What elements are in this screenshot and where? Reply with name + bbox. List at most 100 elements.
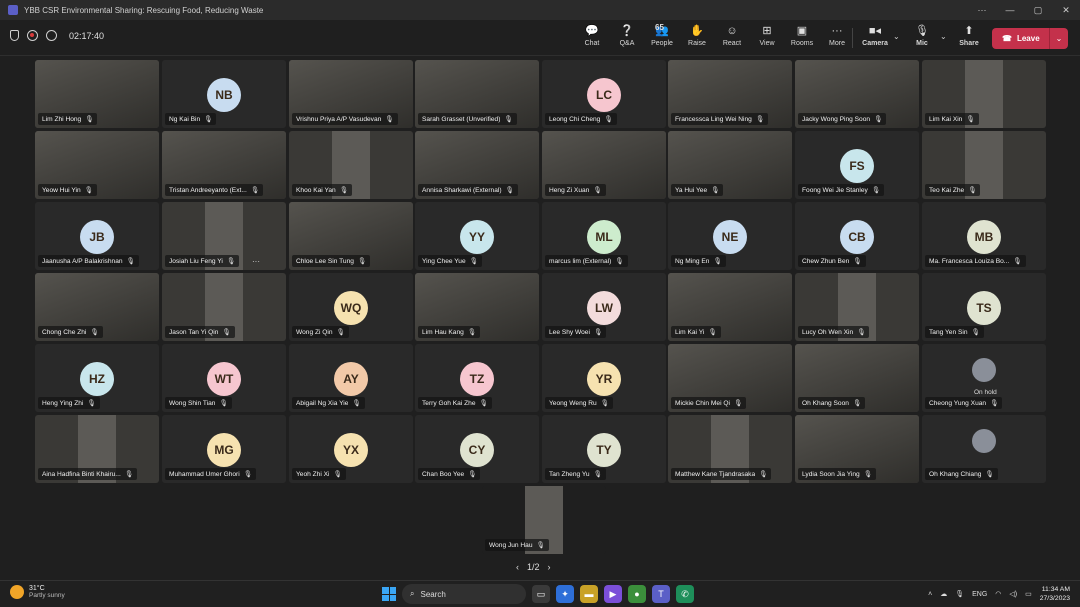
chrome-icon[interactable]: ● bbox=[628, 585, 646, 603]
minimize-button[interactable]: — bbox=[996, 0, 1024, 20]
leave-options-chevron-icon[interactable]: ⌄ bbox=[1050, 34, 1068, 43]
participant-tile[interactable]: Lydia Soon Jia Ying 🎙 bbox=[795, 415, 919, 483]
language-indicator[interactable]: ENG bbox=[972, 591, 987, 598]
volume-icon[interactable]: ◁) bbox=[1009, 590, 1017, 598]
mic-muted-icon: 🎙 bbox=[593, 187, 602, 194]
camera-button[interactable]: ■◂ Camera bbox=[858, 24, 892, 52]
participant-tile[interactable]: Chloe Lee Sin Tung 🎙 bbox=[289, 202, 413, 270]
rooms-button[interactable]: ▣ Rooms bbox=[785, 24, 819, 52]
participant-tile[interactable]: Jacky Wong Ping Soon 🎙 bbox=[795, 60, 919, 128]
mic-tray-icon[interactable]: 🎙 bbox=[955, 590, 964, 598]
participant-tile[interactable]: TS Tang Yen Sin 🎙 bbox=[922, 273, 1046, 341]
maximize-button[interactable]: ▢ bbox=[1024, 0, 1052, 20]
participant-tile[interactable]: TZ Terry Goh Kai Zhe 🎙 bbox=[415, 344, 539, 412]
weather-widget[interactable]: 31°C Partly sunny bbox=[10, 585, 65, 599]
on-hold-badge: On hold bbox=[974, 389, 997, 396]
task-view-icon[interactable]: ▭ bbox=[532, 585, 550, 603]
participant-tile[interactable]: Lim Kai Yi 🎙 bbox=[668, 273, 792, 341]
participant-tile[interactable]: MG Muhammad Umer Ghori 🎙 bbox=[162, 415, 286, 483]
window-more-button[interactable]: ··· bbox=[968, 0, 996, 20]
wifi-icon[interactable]: ◠ bbox=[995, 590, 1001, 598]
battery-icon[interactable]: ▭ bbox=[1025, 590, 1032, 598]
people-count: 65 bbox=[655, 23, 664, 32]
participant-tile[interactable]: ML marcus lim (External) 🎙 bbox=[542, 202, 666, 270]
meeting-toolbar: 02:17:40 💬 Chat ❔ Q&A 👥 65 People ✋ Raise ☺ React ⊞… bbox=[0, 20, 1080, 56]
participant-tile[interactable]: CY Chan Boo Yee 🎙 bbox=[415, 415, 539, 483]
people-button[interactable]: 👥 65 People bbox=[645, 23, 679, 52]
participant-tile[interactable]: Mickie Chin Mei Qi 🎙 bbox=[668, 344, 792, 412]
taskbar-search[interactable]: ⌕ Search bbox=[402, 584, 526, 604]
participant-tile[interactable]: YY Ying Chee Yue 🎙 bbox=[415, 202, 539, 270]
participant-tile[interactable]: Annisa Sharkawi (External) 🎙 bbox=[415, 131, 539, 199]
participant-tile[interactable]: CB Chew Zhun Ben 🎙 bbox=[795, 202, 919, 270]
mic-button[interactable]: 🎙 Mic bbox=[905, 24, 939, 52]
cloud-icon[interactable]: ☁ bbox=[940, 590, 947, 598]
more-button[interactable]: ··· More bbox=[820, 24, 854, 52]
participant-tile[interactable]: Aina Hadfina Binti Khairu... 🎙 bbox=[35, 415, 159, 483]
participant-tile[interactable]: Khoo Kai Yan 🎙 bbox=[289, 131, 413, 199]
participant-tile[interactable]: YR Yeong Weng Ru 🎙 bbox=[542, 344, 666, 412]
windows-start-icon[interactable] bbox=[382, 587, 396, 601]
info-icon[interactable] bbox=[46, 30, 57, 41]
previous-page-icon[interactable]: ‹ bbox=[516, 562, 519, 572]
participant-tile[interactable]: Heng Zi Xuan 🎙 bbox=[542, 131, 666, 199]
participant-tile[interactable]: Teo Kai Zhe 🎙 bbox=[922, 131, 1046, 199]
participant-tile[interactable]: NE Ng Ming En 🎙 bbox=[668, 202, 792, 270]
participant-tile[interactable]: AY Abigail Ng Xia Yie 🎙 bbox=[289, 344, 413, 412]
participant-tile[interactable]: On hold Cheong Yung Xuan 🎙 bbox=[922, 344, 1046, 412]
participant-nameplate: Lim Hau Kang 🎙 bbox=[418, 326, 481, 338]
participant-tile[interactable]: FS Foong Wei Jie Stanley 🎙 bbox=[795, 131, 919, 199]
participant-tile[interactable]: ··· Josiah Liu Feng Yi 🎙 bbox=[162, 202, 286, 270]
clock[interactable]: 11:34 AM 27/3/2023 bbox=[1040, 585, 1070, 603]
participant-tile[interactable]: YX Yeoh Zhi Xi 🎙 bbox=[289, 415, 413, 483]
leave-button[interactable]: ☎ Leave bbox=[992, 28, 1050, 49]
copilot-icon[interactable]: ✦ bbox=[556, 585, 574, 603]
react-button[interactable]: ☺ React bbox=[715, 24, 749, 52]
tile-more-icon[interactable]: ··· bbox=[252, 257, 260, 266]
close-window-button[interactable]: ✕ bbox=[1052, 0, 1080, 20]
next-page-icon[interactable]: › bbox=[548, 562, 551, 572]
media-app-icon[interactable]: ▶ bbox=[604, 585, 622, 603]
participant-tile[interactable]: Oh Khang Chiang 🎙 bbox=[922, 415, 1046, 483]
share-button[interactable]: ⬆ Share bbox=[952, 24, 986, 52]
tray-overflow-icon[interactable]: ˄ bbox=[928, 591, 932, 598]
shield-icon[interactable] bbox=[10, 30, 19, 41]
mic-muted-icon: 🎙 bbox=[505, 187, 514, 194]
participant-tile[interactable]: Jason Tan Yi Qin 🎙 bbox=[162, 273, 286, 341]
participant-tile[interactable]: WQ Wong Zi Qin 🎙 bbox=[289, 273, 413, 341]
participant-tile[interactable]: LC Leong Chi Cheng 🎙 bbox=[542, 60, 666, 128]
participant-tile[interactable]: Chong Che Zhi 🎙 bbox=[35, 273, 159, 341]
participant-tile[interactable]: Lim Hau Kang 🎙 bbox=[415, 273, 539, 341]
participant-tile[interactable]: Matthew Kane Tjandrasaka 🎙 bbox=[668, 415, 792, 483]
participant-tile[interactable]: Sarah Grasset (Unverified) 🎙 bbox=[415, 60, 539, 128]
participant-tile[interactable]: MB Ma. Francesca Louiza Bo... 🎙 bbox=[922, 202, 1046, 270]
teams-icon[interactable]: T bbox=[652, 585, 670, 603]
participant-tile[interactable]: Wong Jun Hau 🎙 bbox=[482, 486, 606, 554]
participant-tile[interactable]: LW Lee Shy Woei 🎙 bbox=[542, 273, 666, 341]
chat-button[interactable]: 💬 Chat bbox=[575, 24, 609, 52]
participant-tile[interactable]: TY Tan Zheng Yu 🎙 bbox=[542, 415, 666, 483]
participant-tile[interactable]: NB Ng Kai Bin 🎙 bbox=[162, 60, 286, 128]
participant-tile[interactable]: Vrishnu Priya A/P Vasudevan 🎙 bbox=[289, 60, 413, 128]
participant-tile[interactable]: Lucy Oh Wen Xin 🎙 bbox=[795, 273, 919, 341]
raise-button[interactable]: ✋ Raise bbox=[680, 24, 714, 52]
recording-icon[interactable] bbox=[27, 30, 38, 41]
participant-tile[interactable]: Oh Khang Soon 🎙 bbox=[795, 344, 919, 412]
participant-nameplate: Lim Kai Yi 🎙 bbox=[671, 326, 721, 338]
participant-tile[interactable]: Lim Zhi Hong 🎙 bbox=[35, 60, 159, 128]
participant-tile[interactable]: Ya Hui Yee 🎙 bbox=[668, 131, 792, 199]
participant-tile[interactable]: WT Wong Shin Tian 🎙 bbox=[162, 344, 286, 412]
participant-tile[interactable]: HZ Heng Ying Zhi 🎙 bbox=[35, 344, 159, 412]
participant-tile[interactable]: Lim Kai Xin 🎙 bbox=[922, 60, 1046, 128]
camera-options-chevron-icon[interactable]: ⌄ bbox=[893, 32, 900, 41]
participant-tile[interactable]: JB Jaanusha A/P Balakrishnan 🎙 bbox=[35, 202, 159, 270]
participant-nameplate: Lim Zhi Hong 🎙 bbox=[38, 113, 98, 125]
view-button[interactable]: ⊞ View bbox=[750, 24, 784, 52]
participant-tile[interactable]: Yeow Hui Yin 🎙 bbox=[35, 131, 159, 199]
mic-options-chevron-icon[interactable]: ⌄ bbox=[940, 32, 947, 41]
participant-tile[interactable]: Francessca Ling Wei Ning 🎙 bbox=[668, 60, 792, 128]
whatsapp-icon[interactable]: ✆ bbox=[676, 585, 694, 603]
file-explorer-icon[interactable]: ▬ bbox=[580, 585, 598, 603]
qa-button[interactable]: ❔ Q&A bbox=[610, 24, 644, 52]
participant-tile[interactable]: Tristan Andreeyanto (Ext... 🎙 bbox=[162, 131, 286, 199]
